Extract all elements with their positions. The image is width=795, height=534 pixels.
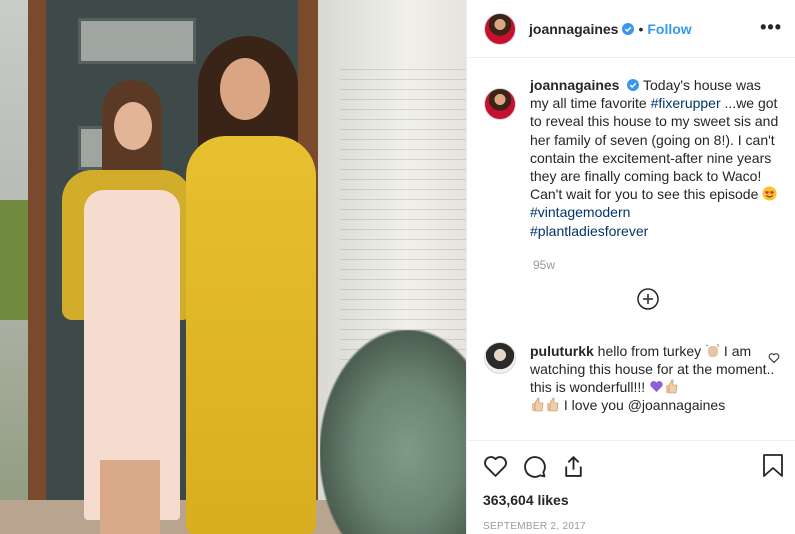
action-icons: [483, 453, 780, 479]
commenter-avatar[interactable]: [484, 341, 516, 374]
thumbs-up-emoji-icon: [666, 379, 678, 394]
waving-hand-emoji-icon: [705, 343, 719, 357]
post-date[interactable]: SEPTEMBER 2, 2017: [483, 521, 780, 532]
post-sidebar: joannagaines • Follow ••• joannagaines T…: [466, 0, 795, 534]
hashtag-plantladiesforever[interactable]: #plantladiesforever: [530, 223, 648, 239]
heart-eyes-emoji-icon: [762, 186, 777, 201]
author-avatar[interactable]: [484, 12, 516, 45]
plus-circle-icon[interactable]: [637, 288, 659, 310]
instagram-post: joannagaines • Follow ••• joannagaines T…: [0, 0, 795, 534]
verified-badge-icon: [622, 22, 635, 35]
person-left-face: [114, 102, 152, 150]
thumbs-up-emoji-icon: [547, 398, 559, 412]
hashtag-vintagemodern[interactable]: #vintagemodern: [530, 204, 630, 220]
caption-timestamp[interactable]: 95w: [533, 258, 780, 272]
person-right-dress: [186, 136, 316, 534]
photo-person-left: [62, 80, 192, 534]
like-count[interactable]: 363,604 likes: [483, 492, 780, 508]
heart-emoji-icon: [650, 381, 663, 393]
verified-badge-icon: [627, 79, 640, 91]
follow-button[interactable]: Follow: [647, 21, 691, 37]
more-options-icon[interactable]: •••: [760, 18, 782, 36]
comment-item: puluturkk hello from turkey I am watchin…: [484, 341, 780, 415]
hashtag-fixerupper[interactable]: #fixerupper: [651, 95, 721, 111]
load-more-comments[interactable]: [484, 288, 780, 310]
like-comment-heart-icon[interactable]: [768, 352, 780, 364]
comment-text-3: I love you @joannagaines: [560, 397, 726, 414]
heart-icon[interactable]: [483, 454, 508, 479]
caption-text: joannagaines Today's house was my all ti…: [530, 76, 780, 240]
post-photo[interactable]: [0, 0, 466, 534]
caption: joannagaines Today's house was my all ti…: [484, 76, 780, 240]
comment-text-1: hello from turkey: [597, 342, 706, 359]
photo-person-right: [176, 36, 326, 534]
bookmark-icon[interactable]: [762, 453, 784, 478]
photo-agave-plant: [320, 330, 466, 534]
person-right-face: [220, 58, 270, 120]
post-actions: 363,604 likes SEPTEMBER 2, 2017: [467, 440, 795, 532]
comment-text: puluturkk hello from turkey I am watchin…: [530, 342, 780, 415]
author-username[interactable]: joannagaines: [529, 21, 618, 37]
comment-icon[interactable]: [522, 454, 547, 479]
person-left-legs: [100, 460, 160, 534]
separator-dot: •: [638, 20, 644, 37]
share-icon[interactable]: [561, 454, 586, 479]
commenter-username[interactable]: puluturkk: [530, 343, 594, 359]
post-header: joannagaines • Follow •••: [467, 0, 795, 58]
thumbs-up-emoji-icon: [532, 398, 544, 412]
photo-lawn: [0, 200, 30, 320]
caption-avatar[interactable]: [484, 88, 516, 120]
caption-text-2: ...we got to reveal this house to my swe…: [530, 95, 779, 203]
caption-username[interactable]: joannagaines: [530, 77, 619, 93]
comments-section: joannagaines Today's house was my all ti…: [467, 76, 795, 436]
